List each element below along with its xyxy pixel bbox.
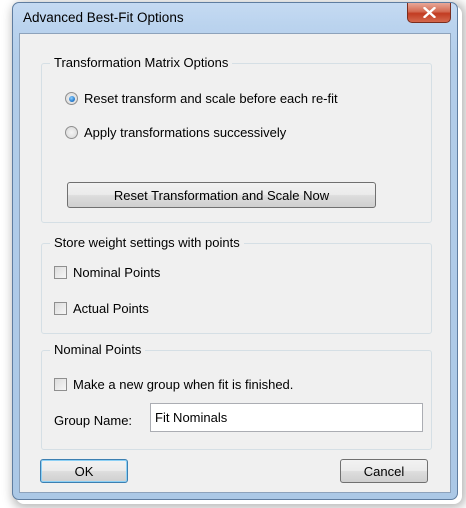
close-icon bbox=[423, 7, 436, 18]
cancel-button[interactable]: Cancel bbox=[340, 459, 428, 483]
group-name-input[interactable] bbox=[150, 403, 423, 432]
nominal-points-checkbox[interactable] bbox=[54, 266, 67, 279]
reset-transform-radio-option[interactable]: Reset transform and scale before each re… bbox=[65, 91, 338, 106]
transformation-matrix-legend: Transformation Matrix Options bbox=[50, 55, 233, 70]
new-group-label: Make a new group when fit is finished. bbox=[73, 377, 294, 392]
apply-successively-radio-option[interactable]: Apply transformations successively bbox=[65, 125, 286, 140]
window-title: Advanced Best-Fit Options bbox=[23, 10, 184, 25]
ok-button[interactable]: OK bbox=[40, 459, 128, 483]
actual-points-label: Actual Points bbox=[73, 301, 149, 316]
title-bar[interactable]: Advanced Best-Fit Options bbox=[13, 3, 457, 33]
transformation-matrix-group: Transformation Matrix Options Reset tran… bbox=[41, 55, 432, 223]
nominal-points-label: Nominal Points bbox=[73, 265, 161, 280]
apply-successively-radio[interactable] bbox=[65, 126, 78, 139]
weight-settings-legend: Store weight settings with points bbox=[50, 235, 244, 250]
nominal-points-group: Nominal Points Make a new group when fit… bbox=[41, 342, 432, 450]
actual-points-checkbox-option[interactable]: Actual Points bbox=[54, 301, 149, 316]
group-name-label: Group Name: bbox=[54, 413, 133, 428]
actual-points-checkbox[interactable] bbox=[54, 302, 67, 315]
apply-successively-label: Apply transformations successively bbox=[84, 125, 287, 140]
new-group-checkbox-option[interactable]: Make a new group when fit is finished. bbox=[54, 377, 293, 392]
new-group-checkbox[interactable] bbox=[54, 378, 67, 391]
weight-settings-group: Store weight settings with points Nomina… bbox=[41, 235, 432, 334]
reset-transformation-now-button[interactable]: Reset Transformation and Scale Now bbox=[67, 182, 376, 208]
reset-transform-label: Reset transform and scale before each re… bbox=[84, 91, 338, 106]
close-button[interactable] bbox=[407, 3, 451, 23]
nominal-points-legend: Nominal Points bbox=[50, 342, 146, 357]
dialog-client-area: Transformation Matrix Options Reset tran… bbox=[19, 33, 451, 493]
reset-transform-radio[interactable] bbox=[65, 92, 78, 105]
nominal-points-checkbox-option[interactable]: Nominal Points bbox=[54, 265, 160, 280]
dialog-window: Advanced Best-Fit Options Transformation… bbox=[12, 2, 458, 500]
